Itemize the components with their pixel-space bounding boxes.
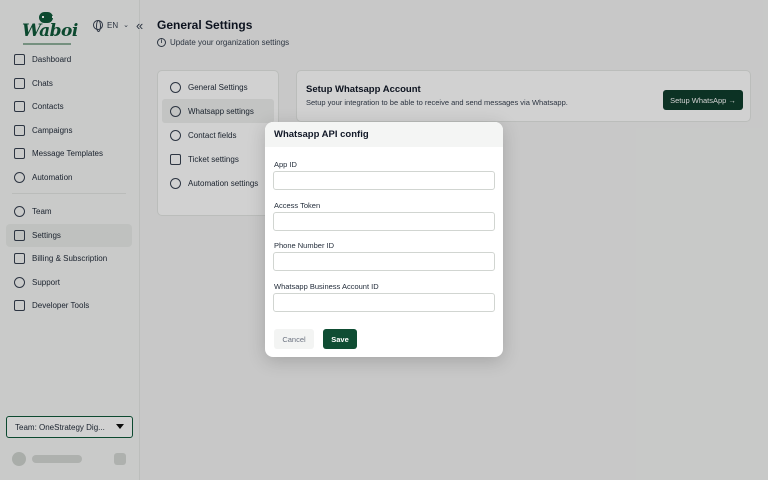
whatsapp-api-config-modal: Whatsapp API config App ID Access Token …: [265, 122, 503, 357]
access-token-input[interactable]: [273, 212, 495, 231]
app-id-input[interactable]: [273, 171, 495, 190]
business-account-id-label: Whatsapp Business Account ID: [274, 282, 379, 291]
app-id-label: App ID: [274, 160, 297, 169]
business-account-id-input[interactable]: [273, 293, 495, 312]
access-token-label: Access Token: [274, 201, 321, 210]
phone-number-id-input[interactable]: [273, 252, 495, 271]
save-button[interactable]: Save: [323, 329, 357, 349]
phone-number-id-label: Phone Number ID: [274, 241, 335, 250]
cancel-button[interactable]: Cancel: [274, 329, 314, 349]
modal-title: Whatsapp API config: [265, 122, 503, 147]
